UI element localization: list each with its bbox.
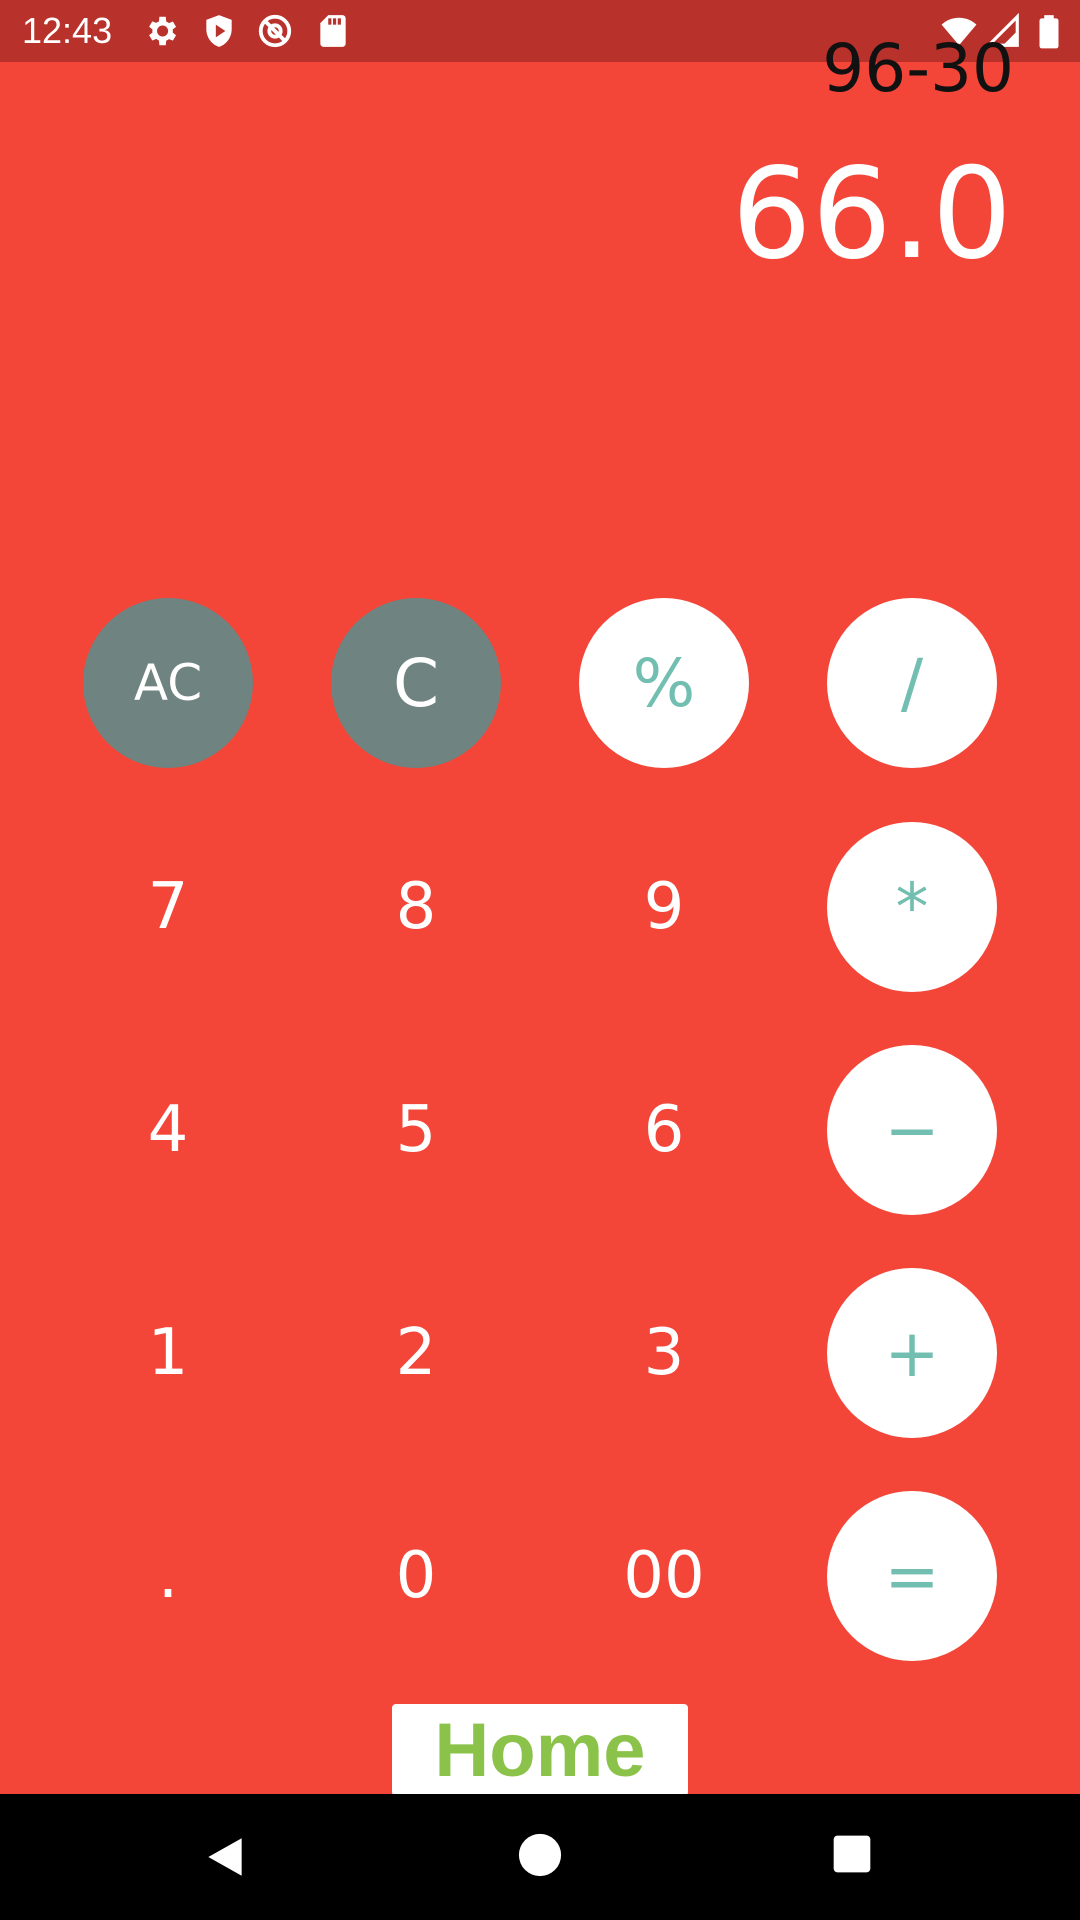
key-label: 2 <box>395 1316 437 1390</box>
gear-icon <box>149 16 177 46</box>
key-label: 5 <box>395 1093 437 1167</box>
status-time: 12:43 <box>22 10 113 51</box>
key-label: 3 <box>643 1316 685 1390</box>
battery-icon <box>1039 15 1059 49</box>
shield-play-icon <box>206 15 232 47</box>
key-label: AC <box>133 654 203 712</box>
decimal-button[interactable]: . <box>83 1491 253 1661</box>
multiply-button[interactable]: * <box>827 822 997 992</box>
digit-2-button[interactable]: 2 <box>331 1268 501 1438</box>
key-label: 9 <box>643 870 685 944</box>
divide-button[interactable]: / <box>827 598 997 768</box>
recents-icon[interactable] <box>830 1832 874 1876</box>
percent-button[interactable]: % <box>579 598 749 768</box>
key-label: + <box>884 1314 940 1392</box>
home-circle-icon[interactable] <box>517 1832 563 1878</box>
double-zero-button[interactable]: 00 <box>579 1491 749 1661</box>
key-label: C <box>392 644 440 722</box>
key-label: 8 <box>395 870 437 944</box>
key-label: = <box>884 1537 940 1615</box>
key-label: 00 <box>623 1539 705 1613</box>
expression-display: 96-30 <box>822 30 1014 107</box>
key-label: 6 <box>643 1093 685 1167</box>
at-sign-icon <box>258 14 292 48</box>
digit-4-button[interactable]: 4 <box>83 1045 253 1215</box>
digit-0-button[interactable]: 0 <box>331 1491 501 1661</box>
key-label: % <box>632 644 696 722</box>
key-label: * <box>895 868 929 946</box>
digit-8-button[interactable]: 8 <box>331 822 501 992</box>
digit-7-button[interactable]: 7 <box>83 822 253 992</box>
back-icon[interactable] <box>200 1832 250 1882</box>
digit-5-button[interactable]: 5 <box>331 1045 501 1215</box>
key-label: 7 <box>147 870 189 944</box>
digit-6-button[interactable]: 6 <box>579 1045 749 1215</box>
equals-button[interactable]: = <box>827 1491 997 1661</box>
key-label: 1 <box>147 1316 189 1390</box>
home-button[interactable]: Home <box>392 1704 688 1796</box>
sd-card-icon <box>320 15 346 47</box>
subtract-button[interactable]: − <box>827 1045 997 1215</box>
navigation-bar <box>0 1794 1080 1920</box>
add-button[interactable]: + <box>827 1268 997 1438</box>
all-clear-button[interactable]: AC <box>83 598 253 768</box>
key-label: 0 <box>395 1539 437 1613</box>
key-label: − <box>884 1091 940 1169</box>
digit-3-button[interactable]: 3 <box>579 1268 749 1438</box>
digit-1-button[interactable]: 1 <box>83 1268 253 1438</box>
digit-9-button[interactable]: 9 <box>579 822 749 992</box>
result-display: 66.0 <box>731 140 1012 287</box>
key-label: / <box>900 644 924 722</box>
key-label: . <box>157 1539 179 1613</box>
key-label: 4 <box>147 1093 189 1167</box>
clear-button[interactable]: C <box>331 598 501 768</box>
